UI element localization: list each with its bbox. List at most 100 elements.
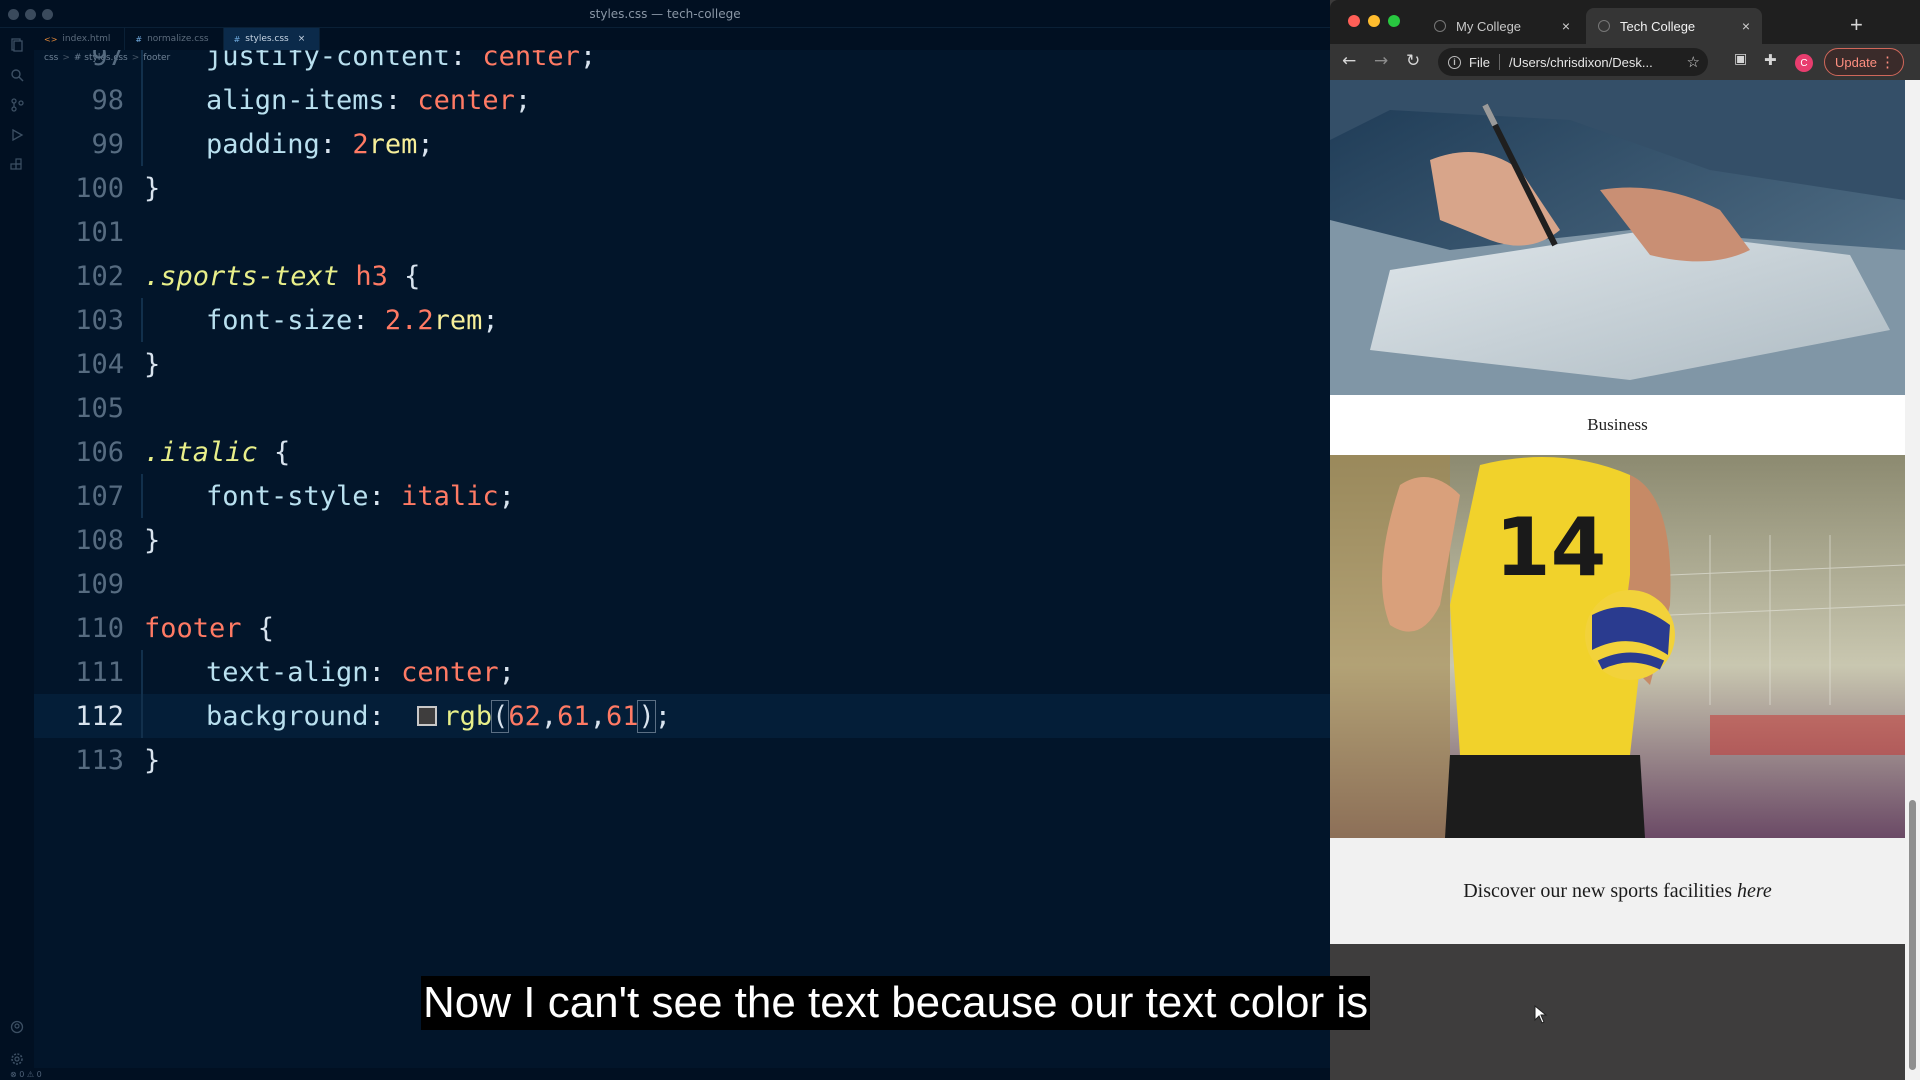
code-text: font-style: italic; bbox=[206, 480, 515, 512]
line-number: 100 bbox=[75, 172, 124, 204]
code-line[interactable]: 104 } bbox=[34, 342, 1330, 386]
info-icon[interactable]: i bbox=[1448, 55, 1461, 69]
code-line[interactable]: 107 font-style: italic; bbox=[34, 474, 1330, 518]
close-window-dot[interactable] bbox=[8, 9, 19, 20]
svg-text:14: 14 bbox=[1495, 501, 1606, 594]
tab-styles-css[interactable]: # styles.css × bbox=[223, 28, 321, 50]
browser-tab-strip: My College × Tech College × + bbox=[1330, 0, 1920, 44]
tab-normalize-css[interactable]: # normalize.css bbox=[125, 28, 224, 50]
code-line[interactable]: 110 footer { bbox=[34, 606, 1330, 650]
close-window-dot[interactable] bbox=[1348, 15, 1360, 27]
code-text: padding: 2rem; bbox=[206, 128, 434, 160]
browser-window: My College × Tech College × + ← → ↻ i Fi… bbox=[1330, 0, 1920, 1080]
sports-image: 14 bbox=[1330, 455, 1905, 838]
browser-tab-my-college[interactable]: My College × bbox=[1422, 8, 1582, 44]
account-icon[interactable] bbox=[8, 1018, 26, 1036]
code-line[interactable]: 102 .sports-text h3 { bbox=[34, 254, 1330, 298]
activity-bar bbox=[0, 28, 34, 1068]
sports-facilities-section: Discover our new sports facilities here bbox=[1330, 838, 1905, 944]
globe-icon bbox=[1598, 20, 1610, 32]
address-bar[interactable]: i File /Users/chrisdixon/Desk... ☆ bbox=[1438, 48, 1708, 76]
kebab-menu-icon[interactable]: ⋮ bbox=[1880, 53, 1895, 71]
forward-arrow-icon[interactable]: → bbox=[1374, 51, 1388, 71]
code-text: justify-content: center; bbox=[206, 50, 597, 72]
minimize-window-dot[interactable] bbox=[25, 9, 36, 20]
line-number: 103 bbox=[75, 304, 124, 336]
source-control-icon[interactable] bbox=[8, 96, 26, 114]
browser-tab-tech-college[interactable]: Tech College × bbox=[1586, 8, 1762, 44]
back-arrow-icon[interactable]: ← bbox=[1342, 51, 1356, 71]
code-area[interactable]: 97 justify-content: center; 98 align-ite… bbox=[34, 50, 1330, 1060]
line-number: 107 bbox=[75, 480, 124, 512]
indent-guide bbox=[141, 122, 143, 166]
line-number: 105 bbox=[75, 392, 124, 424]
line-number: 102 bbox=[75, 260, 124, 292]
code-line[interactable]: 105 bbox=[34, 386, 1330, 430]
code-text: } bbox=[144, 348, 161, 380]
css-file-icon: # bbox=[233, 34, 241, 44]
indent-guide bbox=[141, 474, 143, 518]
business-caption: Business bbox=[1330, 395, 1905, 455]
page-scrollbar[interactable] bbox=[1905, 80, 1920, 1080]
globe-icon bbox=[1434, 20, 1446, 32]
tab-label: styles.css bbox=[245, 34, 289, 44]
settings-gear-icon[interactable] bbox=[8, 1050, 26, 1068]
line-number: 113 bbox=[75, 744, 124, 776]
css-file-icon: # bbox=[135, 34, 143, 44]
code-line[interactable]: 99 padding: 2rem; bbox=[34, 122, 1330, 166]
extension-icon[interactable]: ▣ bbox=[1734, 51, 1747, 67]
address-divider bbox=[1498, 54, 1500, 70]
code-text: } bbox=[144, 744, 161, 776]
search-icon[interactable] bbox=[8, 66, 26, 84]
video-subtitle: Now I can't see the text because our tex… bbox=[421, 976, 1371, 1030]
address-url: /Users/chrisdixon/Desk... bbox=[1508, 54, 1653, 70]
editor-window-title: styles.css — tech-college bbox=[589, 6, 741, 21]
maximize-window-dot[interactable] bbox=[1388, 15, 1400, 27]
update-button[interactable]: Update ⋮ bbox=[1824, 48, 1904, 76]
puzzle-icon[interactable]: ✚ bbox=[1764, 51, 1777, 69]
indent-guide bbox=[141, 650, 143, 694]
line-number: 97 bbox=[91, 50, 124, 72]
maximize-window-dot[interactable] bbox=[42, 9, 53, 20]
browser-toolbar: ← → ↻ i File /Users/chrisdixon/Desk... ☆… bbox=[1330, 44, 1920, 80]
scrollbar-thumb[interactable] bbox=[1909, 800, 1916, 1070]
new-tab-button[interactable]: + bbox=[1850, 12, 1863, 38]
reload-icon[interactable]: ↻ bbox=[1406, 51, 1420, 71]
code-line-current[interactable]: 112 background: rgb(62,61,61); bbox=[34, 694, 1330, 738]
color-swatch[interactable] bbox=[417, 705, 438, 726]
code-text: background: rgb(62,61,61); bbox=[206, 699, 671, 733]
explorer-icon[interactable] bbox=[8, 36, 26, 54]
code-line[interactable]: 108 } bbox=[34, 518, 1330, 562]
extensions-icon[interactable] bbox=[8, 156, 26, 174]
code-line[interactable]: 100 } bbox=[34, 166, 1330, 210]
close-tab-icon[interactable]: × bbox=[1742, 18, 1750, 34]
line-number: 112 bbox=[75, 700, 124, 732]
close-tab-icon[interactable]: × bbox=[1562, 18, 1570, 34]
tab-title: My College bbox=[1456, 18, 1522, 34]
star-icon[interactable]: ☆ bbox=[1687, 53, 1700, 71]
web-page-viewport[interactable]: Business 14 Discover our new sports faci… bbox=[1330, 80, 1905, 1080]
profile-avatar[interactable]: C bbox=[1795, 54, 1813, 72]
code-text: .italic { bbox=[144, 436, 291, 468]
code-line[interactable]: 106 .italic { bbox=[34, 430, 1330, 474]
close-tab-icon[interactable]: × bbox=[298, 34, 306, 44]
indent-guide bbox=[141, 50, 143, 78]
here-link[interactable]: here bbox=[1737, 880, 1772, 903]
code-text: text-align: center; bbox=[206, 656, 515, 688]
line-number: 98 bbox=[91, 84, 124, 116]
code-line[interactable]: 109 bbox=[34, 562, 1330, 606]
code-line[interactable]: 97 justify-content: center; bbox=[34, 50, 1330, 78]
code-text: } bbox=[144, 524, 161, 556]
run-debug-icon[interactable] bbox=[8, 126, 26, 144]
code-line[interactable]: 103 font-size: 2.2rem; bbox=[34, 298, 1330, 342]
code-line[interactable]: 101 bbox=[34, 210, 1330, 254]
code-line[interactable]: 111 text-align: center; bbox=[34, 650, 1330, 694]
line-number: 111 bbox=[75, 656, 124, 688]
problems-count[interactable]: ⊗ 0 ⚠ 0 bbox=[10, 1070, 42, 1079]
minimize-window-dot[interactable] bbox=[1368, 15, 1380, 27]
code-line[interactable]: 113 } bbox=[34, 738, 1330, 782]
code-line[interactable]: 98 align-items: center; bbox=[34, 78, 1330, 122]
tab-index-html[interactable]: <> index.html bbox=[34, 28, 126, 50]
indent-guide bbox=[141, 694, 143, 738]
line-number: 110 bbox=[75, 612, 124, 644]
